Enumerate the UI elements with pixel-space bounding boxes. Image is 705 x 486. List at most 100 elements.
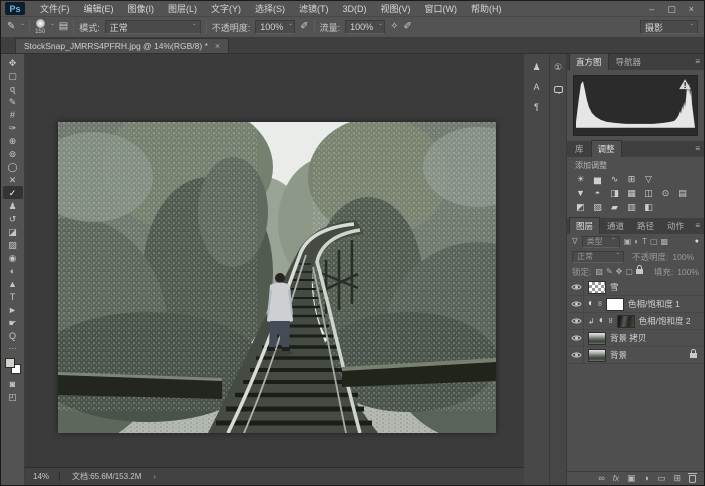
menu-filter[interactable]: 滤镜(T)	[292, 2, 336, 15]
workspace-select[interactable]: 摄影 ˇ	[640, 20, 698, 34]
gradient-map-icon[interactable]: ▰	[609, 201, 620, 213]
eyedropper-tool[interactable]: ✑	[3, 121, 23, 134]
clone-source-panel-icon[interactable]: ♟	[529, 60, 545, 74]
color-swatches[interactable]	[4, 358, 21, 374]
panel-menu-icon[interactable]: ≡	[695, 144, 700, 153]
blur-tool[interactable]: ◉	[3, 251, 23, 264]
brush-preset-picker[interactable]: 150	[35, 19, 45, 35]
layer-name[interactable]: 色相/饱和度 1	[628, 298, 680, 310]
menu-3d[interactable]: 3D(D)	[336, 4, 374, 14]
adjustment-layer-icon[interactable]: ◐	[599, 316, 605, 326]
lock-artboard-icon[interactable]: ▢	[625, 267, 633, 276]
black-white-icon[interactable]: ◨	[609, 187, 620, 199]
layer-row-hue-sat-1[interactable]: ◐ 8 色相/饱和度 1	[567, 296, 704, 313]
tab-channels[interactable]: 通道	[601, 218, 630, 234]
zoom-level[interactable]: 14%	[33, 472, 61, 481]
layer-name[interactable]: 背景 拷贝	[610, 332, 646, 344]
layer-row-hue-sat-2[interactable]: ↲ ◐ 8 色相/饱和度 2	[567, 313, 704, 330]
invert-icon[interactable]: ◩	[575, 201, 586, 213]
filter-type-layers-icon[interactable]: T	[642, 237, 647, 246]
new-layer-icon[interactable]: ⊞	[673, 474, 681, 483]
color-lookup-icon[interactable]: ⊙	[660, 187, 671, 199]
layer-mask-thumbnail[interactable]	[605, 297, 624, 311]
brush-tool[interactable]: ✓	[2, 186, 23, 199]
visibility-eye-icon[interactable]	[570, 330, 584, 346]
tab-libraries[interactable]: 库	[569, 141, 590, 157]
blend-mode-select[interactable]: 正常 ˇ	[104, 20, 201, 34]
move-tool[interactable]: ✥	[3, 56, 23, 69]
lock-position-icon[interactable]: ✥	[616, 267, 623, 276]
close-icon[interactable]: ×	[215, 41, 220, 51]
dodge-tool[interactable]: ◐	[3, 264, 23, 277]
tab-layers[interactable]: 图层	[569, 217, 601, 234]
curves-icon[interactable]: ∿	[609, 173, 620, 185]
eraser-tool[interactable]: ◪	[3, 225, 23, 238]
layer-row-background-copy[interactable]: 背景 拷贝	[567, 330, 704, 347]
mask-link-icon[interactable]: 8	[598, 301, 602, 308]
exposure-icon[interactable]: ⊞	[626, 173, 637, 185]
vibrance-icon[interactable]: ▽	[643, 173, 654, 185]
brightness-contrast-icon[interactable]: ☀	[575, 173, 586, 185]
hue-saturation-icon[interactable]: ▼	[575, 187, 586, 199]
layer-thumbnail[interactable]	[588, 280, 606, 294]
airbrush-icon[interactable]: ✧	[390, 22, 398, 32]
layer-name[interactable]: 背景	[610, 349, 627, 361]
paragraph-panel-icon[interactable]: ¶	[529, 100, 545, 114]
tab-navigator[interactable]: 导航器	[610, 54, 648, 70]
menu-type[interactable]: 文字(Y)	[204, 2, 248, 15]
delete-layer-icon[interactable]	[688, 472, 697, 483]
filter-toggle-icon[interactable]: ●	[695, 238, 699, 245]
lasso-tool[interactable]: ɋ	[3, 82, 23, 95]
patch-tool[interactable]: ⊚	[3, 147, 23, 160]
close-button[interactable]: ×	[689, 4, 694, 14]
link-layers-icon[interactable]: ∞	[598, 474, 604, 483]
layer-style-icon[interactable]: fx	[613, 474, 619, 483]
foreground-color-swatch[interactable]	[4, 358, 15, 368]
posterize-icon[interactable]: ▤	[677, 187, 688, 199]
content-aware-move-tool[interactable]: ✕	[3, 173, 23, 186]
marquee-tool[interactable]: ▢	[3, 69, 23, 82]
visibility-eye-icon[interactable]	[570, 279, 584, 295]
panel-menu-icon[interactable]: ≡	[695, 221, 700, 230]
canvas-area[interactable]	[25, 54, 524, 467]
menu-layer[interactable]: 图层(L)	[161, 2, 204, 15]
document-tab[interactable]: StockSnap_JMRRS4PFRH.jpg @ 14%(RGB/8) * …	[15, 38, 230, 53]
menu-select[interactable]: 选择(S)	[248, 2, 292, 15]
pen-tool[interactable]: ▲	[3, 277, 23, 290]
status-chevron-icon[interactable]: ›	[153, 472, 156, 481]
menu-view[interactable]: 视图(V)	[374, 2, 418, 15]
visibility-eye-icon[interactable]	[570, 347, 584, 363]
tab-paths[interactable]: 路径	[631, 218, 660, 234]
clone-stamp-tool[interactable]: ♟	[3, 199, 23, 212]
lock-transparent-icon[interactable]: ▨	[595, 267, 603, 276]
layer-blend-mode-select[interactable]: 正常 ˇ	[572, 250, 624, 263]
screen-mode-button[interactable]: ◰	[3, 390, 23, 403]
menu-edit[interactable]: 编辑(E)	[77, 2, 121, 15]
layer-mask-thumbnail[interactable]	[616, 314, 635, 328]
history-brush-tool[interactable]: ↺	[3, 212, 23, 225]
fill-value[interactable]: 100%	[677, 267, 699, 277]
levels-icon[interactable]: ▅	[592, 173, 603, 185]
spot-healing-tool[interactable]: ⊕	[3, 134, 23, 147]
filter-pixel-layers-icon[interactable]: ▣	[624, 237, 632, 246]
new-group-icon[interactable]: ▭	[657, 474, 666, 483]
tab-actions[interactable]: 动作	[661, 218, 690, 234]
layer-thumbnail[interactable]	[588, 331, 606, 345]
filter-smart-objects-icon[interactable]: ▩	[661, 237, 669, 246]
character-panel-icon[interactable]: A	[529, 80, 545, 94]
visibility-eye-icon[interactable]	[570, 296, 584, 312]
add-layer-mask-icon[interactable]: ▣	[627, 474, 636, 483]
threshold-icon[interactable]: ▧	[592, 201, 603, 213]
menu-file[interactable]: 文件(F)	[33, 2, 77, 15]
channel-mixer-icon[interactable]: ◫	[643, 187, 654, 199]
tab-histogram[interactable]: 直方图	[569, 53, 609, 70]
layer-name[interactable]: 色相/饱和度 2	[639, 315, 691, 327]
color-balance-icon[interactable]: ◓	[592, 187, 603, 199]
pressure-opacity-icon[interactable]: ✐	[300, 22, 308, 32]
gradient-tool[interactable]: ▨	[3, 238, 23, 251]
path-selection-tool[interactable]: ►	[3, 303, 23, 316]
opacity-select[interactable]: 100% ˇ	[255, 20, 296, 34]
layer-row-background[interactable]: 背景	[567, 347, 704, 364]
tab-adjustments[interactable]: 调整	[590, 140, 622, 157]
hand-tool[interactable]: ☛	[3, 316, 23, 329]
